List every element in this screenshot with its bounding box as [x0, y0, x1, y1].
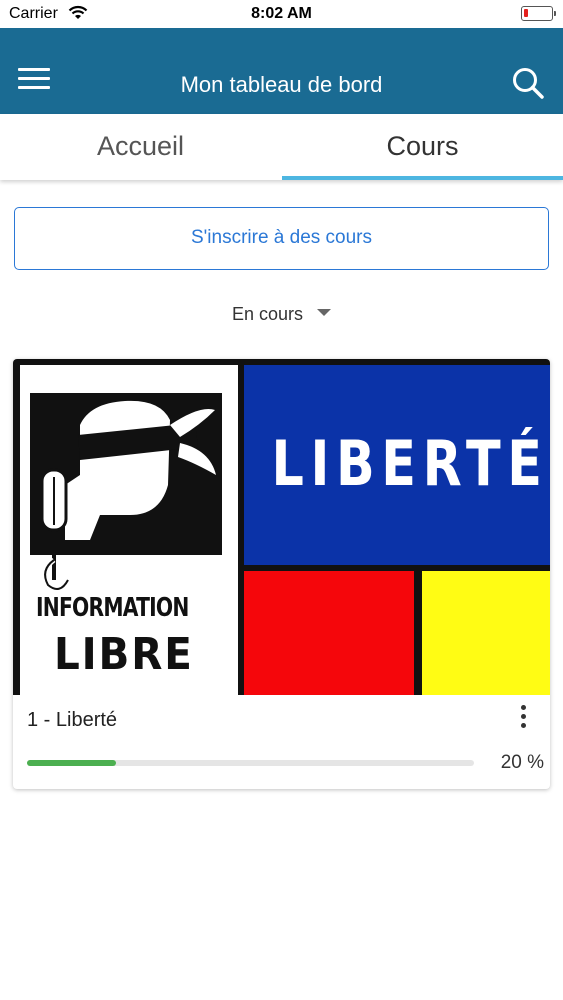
- color-panel-yellow: [422, 571, 550, 695]
- search-icon[interactable]: [511, 66, 545, 100]
- tab-cours[interactable]: Cours: [282, 114, 563, 180]
- course-progress-fill: [27, 760, 117, 766]
- tab-selected-indicator: [282, 176, 563, 180]
- caret-down-icon: [317, 308, 332, 316]
- banner-text-liberte: LIBERTÉ: [271, 427, 549, 500]
- app-header: Mon tableau de bord: [0, 28, 563, 114]
- course-title[interactable]: 1 - Liberté: [27, 709, 117, 732]
- poster-text-libre: LIBRE: [54, 629, 194, 680]
- tab-bar: Accueil Cours: [0, 114, 563, 180]
- course-card[interactable]: INFORMATION LIBRE LIBERTÉ 1 - Liberté 20…: [13, 359, 550, 789]
- blindfolded-speaker-illustration: [30, 393, 222, 592]
- poster-panel: INFORMATION LIBRE: [20, 365, 238, 695]
- banner-panel-blue: LIBERTÉ: [244, 365, 550, 565]
- more-options-icon[interactable]: [518, 705, 528, 735]
- tab-accueil[interactable]: Accueil: [0, 114, 281, 180]
- status-bar: Carrier 8:02 AM: [0, 0, 563, 28]
- course-filter-value: En cours: [231, 304, 304, 324]
- course-image[interactable]: INFORMATION LIBRE LIBERTÉ: [13, 359, 550, 695]
- course-filter-dropdown[interactable]: En cours: [0, 304, 563, 325]
- status-time: 8:02 AM: [251, 5, 312, 22]
- course-progress-label: 20 %: [500, 752, 544, 773]
- page-title: Mon tableau de bord: [180, 72, 383, 97]
- enroll-courses-button[interactable]: S'inscrire à des cours: [14, 207, 549, 270]
- poster-text-information: INFORMATION: [36, 593, 189, 623]
- battery-icon: [521, 6, 556, 21]
- course-progress-bar: [27, 760, 474, 766]
- color-panel-red: [244, 571, 414, 695]
